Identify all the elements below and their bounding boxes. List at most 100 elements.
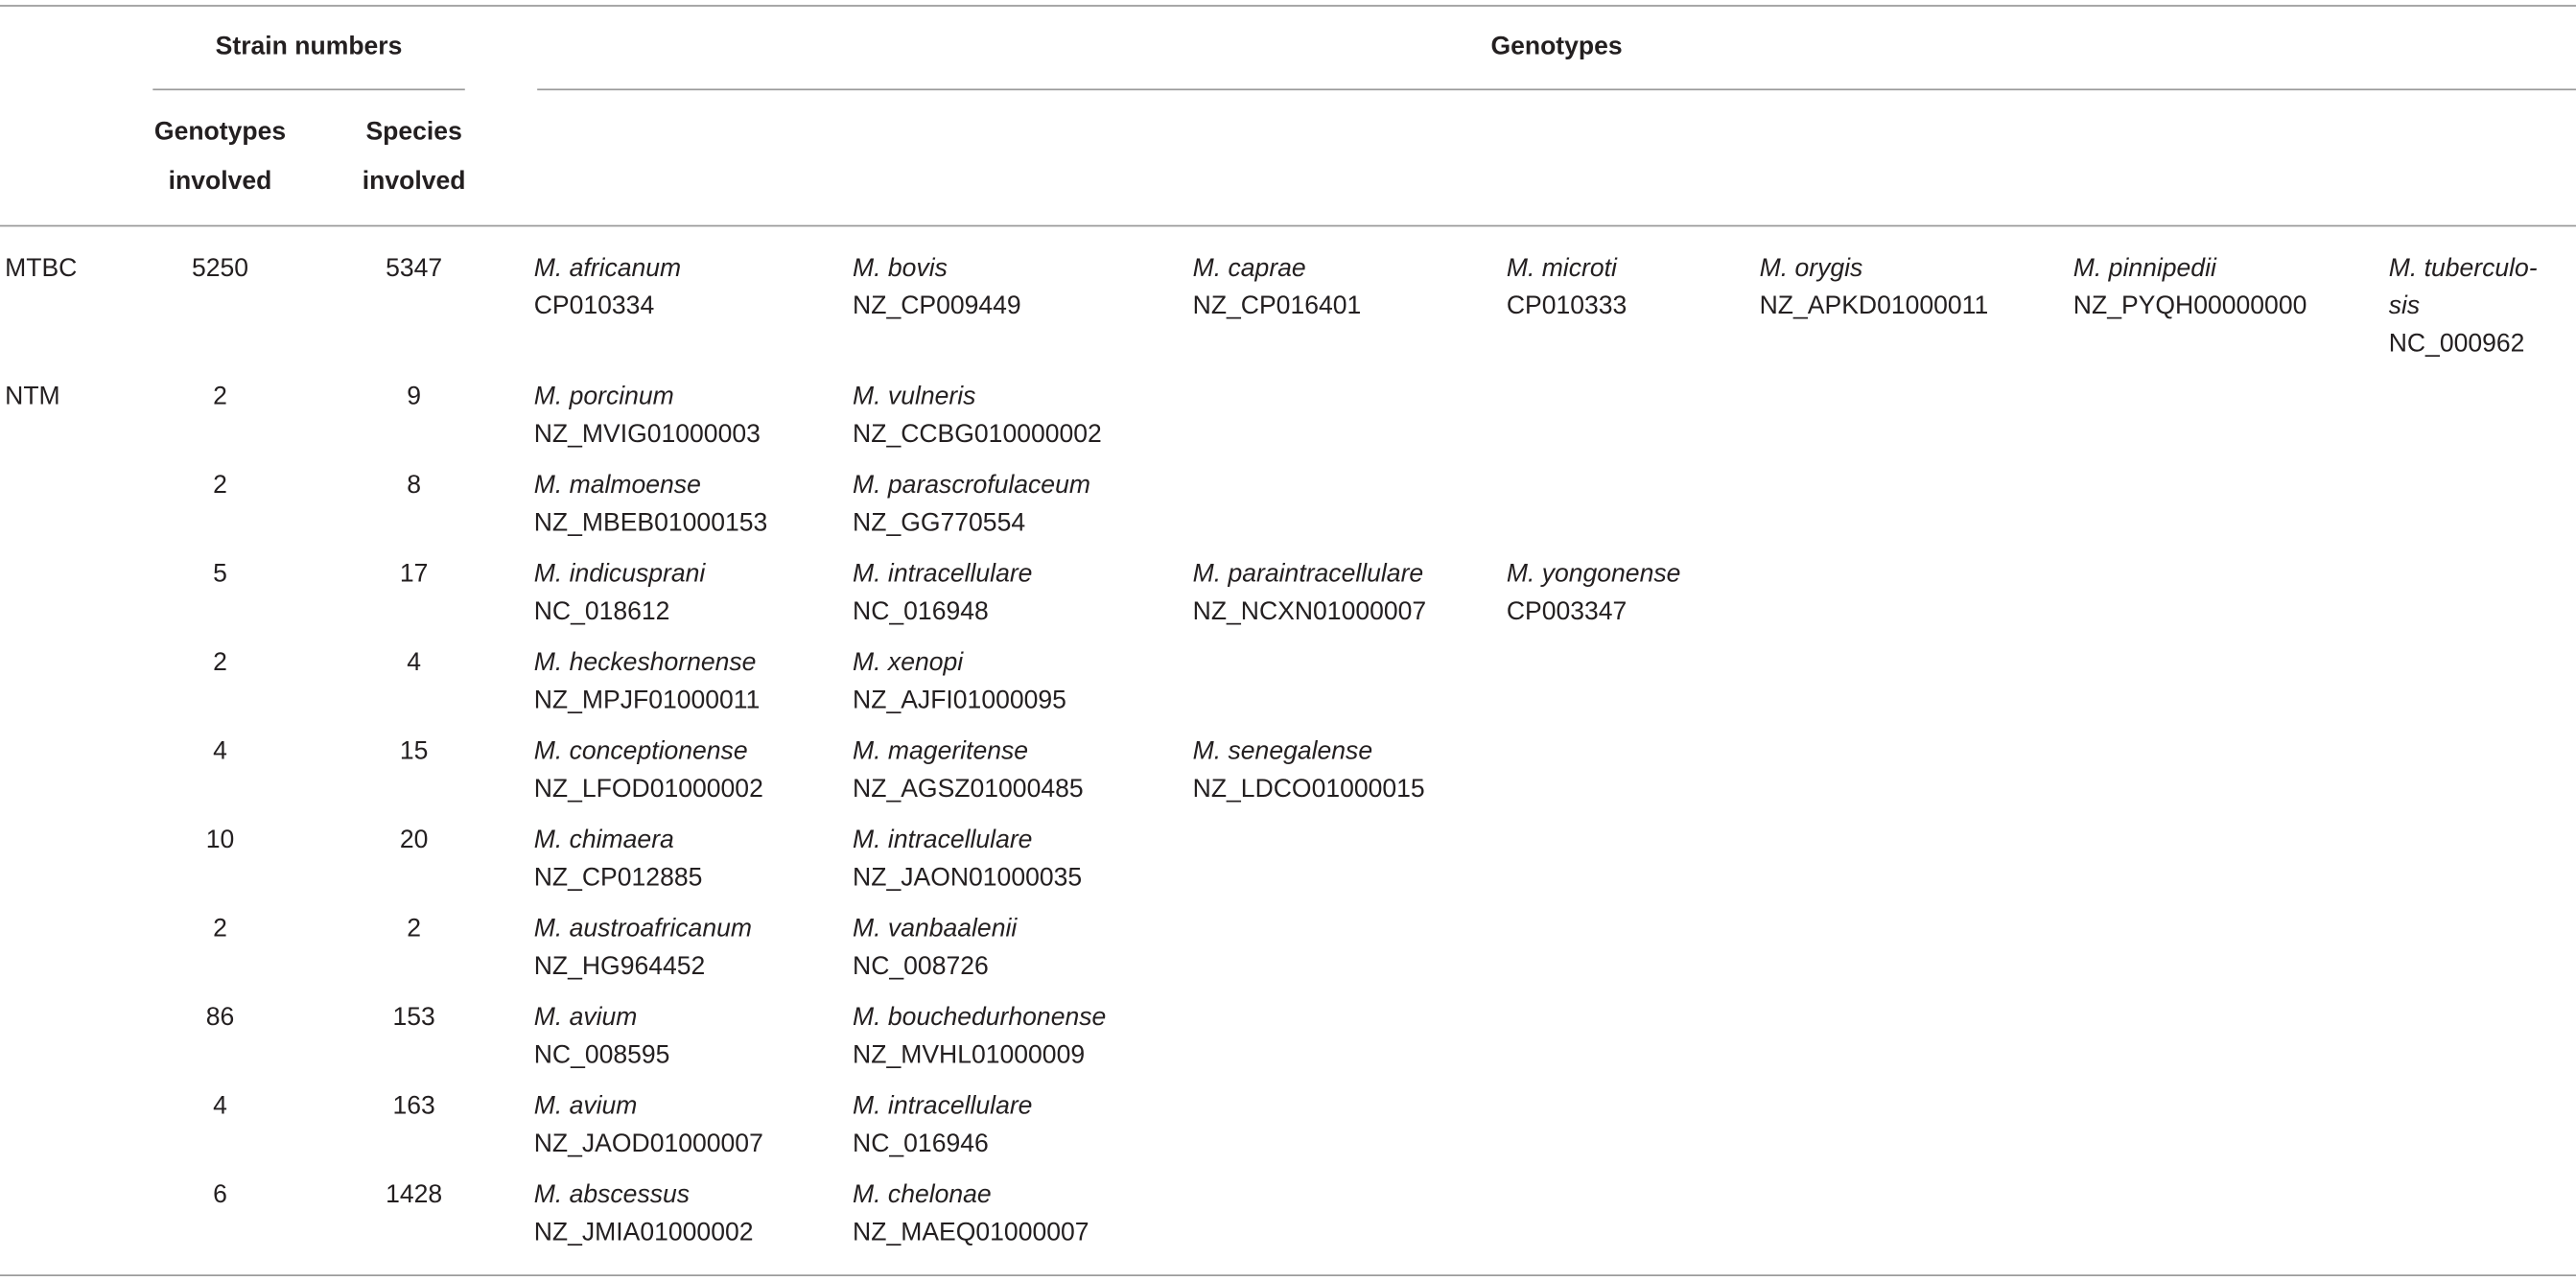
genotype-entry: M. xenopi NZ_AJFI01000095 [853,643,1066,719]
species-name: M. microti [1506,254,1617,283]
accession-number: NC_000962 [2388,330,2525,359]
genotype-entry: M. caprae NZ_CP016401 [1193,249,1362,325]
table-bottom-rule [0,1274,2576,1277]
species-name: M. bouchedurhonense [853,1003,1107,1032]
accession-number: NZ_MVIG01000003 [533,420,761,449]
species-involved-line1: Species [365,118,462,147]
genotypes-header: Genotypes [1490,33,1623,61]
species-name: M. austroafricanum [533,915,752,943]
species-name: M. chelonae [853,1180,992,1209]
accession-number: NZ_AGSZ01000485 [853,775,1084,804]
species-name: M. chimaera [533,826,674,854]
species-name: M. porcinum [533,383,674,411]
species-name: M. avium [533,1092,638,1121]
species-involved-value: 17 [399,560,429,589]
genotype-entry: M. tuberculo-sis NC_000962 [2389,249,2538,362]
genotypes-involved-value: 4 [213,737,227,766]
genotypes-involved-value: 5 [213,560,227,589]
species-name: M. yongonense [1506,560,1681,589]
genotype-entry: M. bouchedurhonense NZ_MVHL01000009 [853,999,1106,1075]
genotype-entry: M. senegalense NZ_LDCO01000015 [1193,733,1425,808]
species-name: M. xenopi [853,648,964,677]
accession-number: CP003347 [1506,597,1628,626]
genotype-entry: M. microti CP010333 [1507,249,1628,325]
genotype-entry: M. chelonae NZ_MAEQ01000007 [853,1176,1089,1252]
accession-number: CP010333 [1506,291,1628,321]
species-name: M. bovis [853,254,948,283]
accession-number: NZ_JAOD01000007 [533,1130,763,1158]
accession-number: NC_016948 [853,597,989,626]
genotype-entry: M. yongonense CP003347 [1507,555,1681,631]
genotypes-involved-value: 10 [205,826,235,854]
species-involved-value: 5347 [386,254,443,283]
top-rule [0,5,2576,7]
species-involved-header: Species involved [348,108,480,207]
species-name: M. caprae [1192,254,1306,283]
genotype-entry: M. chimaera NZ_CP012885 [534,822,703,897]
species-name: M. orygis [1759,254,1863,283]
genotype-entry: M. heckeshornense NZ_MPJF01000011 [534,643,761,719]
species-involved-value: 20 [399,826,429,854]
species-name: M. vanbaalenii [853,915,1018,943]
accession-number: NC_016946 [853,1130,989,1158]
genotype-entry: M. austroafricanum NZ_HG964452 [534,910,752,986]
species-name: M. intracellulare [853,1092,1033,1121]
accession-number: NZ_MAEQ01000007 [853,1219,1089,1247]
genotype-entry: M. conceptionense NZ_LFOD01000002 [534,733,763,808]
accession-number: NC_008595 [533,1041,670,1070]
row-group-label: NTM [5,383,60,411]
species-name: M. malmoense [533,471,701,500]
genotype-entry: M. intracellulare NC_016948 [853,555,1032,631]
genotype-entry: M. parascrofulaceum NZ_GG770554 [853,466,1090,542]
genotypes-involved-value: 4 [213,1092,227,1121]
species-name: M. intracellulare [853,560,1033,589]
accession-number: NZ_LFOD01000002 [533,775,763,804]
accession-number: NZ_NCXN01000007 [1192,597,1427,626]
accession-number: NZ_CCBG010000002 [853,420,1102,449]
header-bottom-rule [0,224,2576,227]
species-involved-line2: involved [362,167,466,196]
accession-number: NC_008726 [853,952,989,981]
species-involved-value: 15 [399,737,429,766]
genotypes-involved-value: 2 [213,915,227,943]
genotype-entry: M. pinnipedii NZ_PYQH00000000 [2073,249,2307,325]
genotype-entry: M. orygis NZ_APKD01000011 [1760,249,1989,325]
accession-number: NZ_MPJF01000011 [533,687,761,715]
genotypes-involved-line1: Genotypes [153,118,287,147]
accession-number: CP010334 [533,291,655,321]
species-name: M. conceptionense [533,737,748,766]
species-name: M. paraintracellulare [1192,560,1424,589]
accession-number: NZ_AJFI01000095 [853,687,1066,715]
species-name: M. senegalense [1192,737,1373,766]
genotypes-involved-line2: involved [168,167,272,196]
species-name-continued: sis [2388,291,2421,321]
species-involved-value: 9 [407,383,422,411]
species-name: M. heckeshornense [533,648,757,677]
genotypes-involved-value: 2 [213,383,227,411]
species-involved-value: 153 [392,1003,435,1032]
genotype-entry: M. vulneris NZ_CCBG010000002 [853,378,1102,454]
accession-number: NZ_GG770554 [853,509,1026,538]
species-name: M. africanum [533,254,682,283]
species-name: M. vulneris [853,383,976,411]
accession-number: NZ_PYQH00000000 [2073,291,2307,321]
genotypes-underline [537,88,2576,91]
species-involved-value: 4 [407,648,422,677]
genotype-entry: M. bovis NZ_CP009449 [853,249,1021,325]
accession-number: NZ_CP012885 [533,864,703,893]
accession-number: NZ_MVHL01000009 [853,1041,1086,1070]
accession-number: NZ_JAON01000035 [853,864,1083,893]
genotype-entry: M. intracellulare NC_016946 [853,1087,1032,1163]
genotype-entry: M. avium NC_008595 [534,999,670,1075]
genotype-entry: M. avium NZ_JAOD01000007 [534,1087,763,1163]
genotype-entry: M. africanum CP010334 [534,249,681,325]
genotypes-involved-header: Genotypes involved [138,108,302,207]
accession-number: NZ_MBEB01000153 [533,509,768,538]
species-involved-value: 1428 [386,1180,443,1209]
genotypes-involved-value: 86 [205,1003,235,1032]
genotype-table: Strain numbers Genotypes Genotypes invol… [0,0,2576,1281]
genotype-entry: M. paraintracellulare NZ_NCXN01000007 [1193,555,1427,631]
species-name: M. mageritense [853,737,1029,766]
genotype-entry: M. indicusprani NC_018612 [534,555,706,631]
species-name: M. indicusprani [533,560,706,589]
